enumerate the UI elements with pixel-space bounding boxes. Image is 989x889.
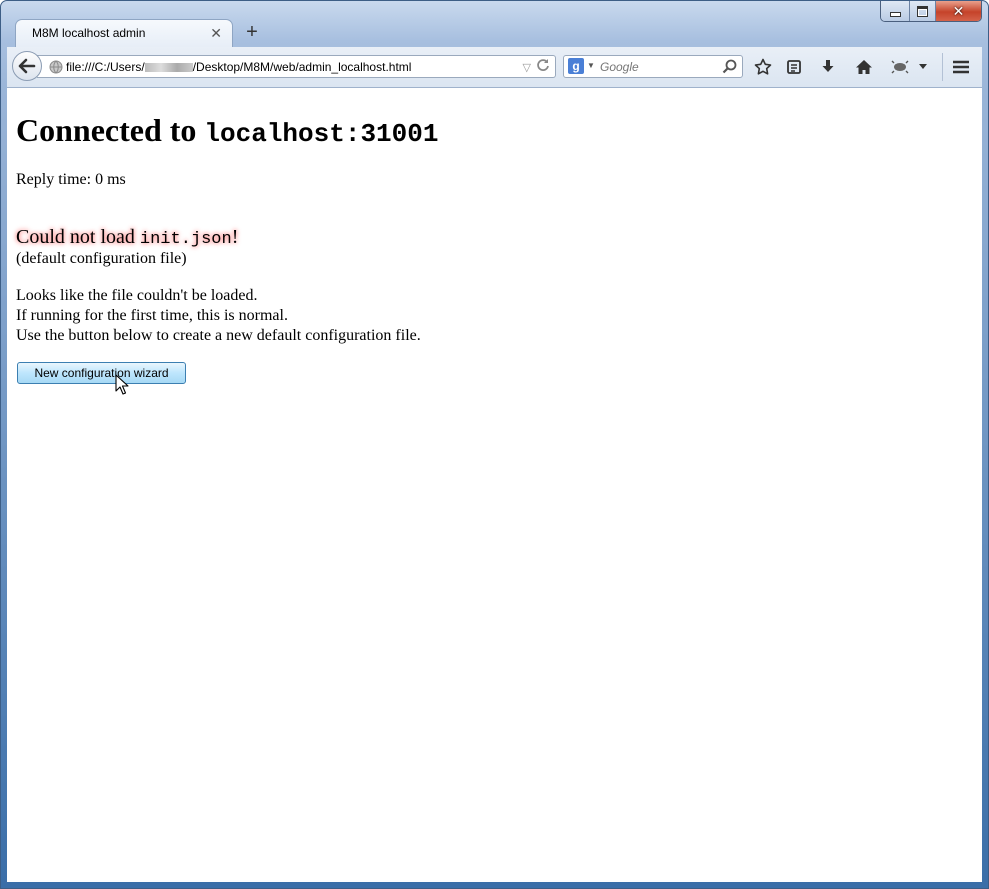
- window-controls: ✕: [880, 1, 982, 22]
- url-text: file:///C:/Users/ /Desktop/M8M/web/admin_…: [66, 60, 411, 74]
- search-bar[interactable]: g ▼ Google: [563, 55, 743, 78]
- back-button[interactable]: [12, 51, 42, 81]
- explanation-text: Looks like the file couldn't be loaded. …: [16, 286, 421, 346]
- page-title: Connected to localhost:31001: [16, 112, 438, 149]
- close-window-button[interactable]: ✕: [935, 1, 981, 21]
- chevron-down-icon[interactable]: ▼: [587, 61, 595, 70]
- error-filename: init.json: [139, 230, 232, 249]
- tab-title: M8M localhost admin: [32, 26, 146, 40]
- addon-icon[interactable]: [889, 56, 911, 78]
- browser-window: ✕ M8M localhost admin ✕ + file:///C:/Use…: [0, 0, 989, 889]
- search-input[interactable]: Google: [600, 60, 639, 74]
- url-history-dropdown-icon[interactable]: ▽: [523, 61, 531, 74]
- new-tab-button[interactable]: +: [244, 21, 260, 43]
- new-configuration-wizard-button[interactable]: New configuration wizard: [17, 362, 186, 384]
- error-prefix: Could not load: [16, 226, 140, 248]
- download-icon[interactable]: [817, 56, 839, 78]
- page-content: Connected to localhost:31001 Reply time:…: [7, 88, 982, 882]
- mouse-cursor-icon: [115, 374, 129, 401]
- home-icon[interactable]: [853, 56, 875, 78]
- globe-icon: [49, 60, 63, 79]
- navigation-toolbar: file:///C:/Users/ /Desktop/M8M/web/admin_…: [7, 47, 982, 88]
- explanation-line-2: If running for the first time, this is n…: [16, 307, 288, 324]
- explanation-line-3: Use the button below to create a new def…: [16, 327, 421, 344]
- redacted-username: [144, 63, 193, 73]
- tab-m8m-admin[interactable]: M8M localhost admin ✕: [15, 19, 233, 47]
- reading-list-icon[interactable]: [783, 56, 805, 78]
- title-bar: ✕ M8M localhost admin ✕ +: [1, 1, 988, 47]
- error-suffix: !: [231, 226, 239, 248]
- heading-host: localhost:31001: [204, 119, 439, 149]
- search-icon[interactable]: [722, 59, 737, 79]
- reload-icon[interactable]: [536, 58, 550, 75]
- close-icon: ✕: [952, 2, 965, 19]
- minimize-icon: [889, 11, 901, 17]
- tab-close-icon[interactable]: ✕: [210, 25, 222, 42]
- toolbar-separator: [942, 53, 943, 81]
- url-prefix: file:///C:/Users/: [66, 60, 145, 74]
- minimize-button[interactable]: [881, 1, 909, 21]
- url-suffix: /Desktop/M8M/web/admin_localhost.html: [192, 60, 412, 74]
- menu-icon[interactable]: [950, 56, 972, 78]
- google-engine-icon[interactable]: g: [568, 58, 584, 74]
- heading-prefix: Connected to: [16, 112, 205, 148]
- url-bar[interactable]: file:///C:/Users/ /Desktop/M8M/web/admin_…: [37, 55, 556, 78]
- bookmark-star-icon[interactable]: [752, 56, 774, 78]
- error-subtitle: (default configuration file): [16, 250, 187, 267]
- explanation-line-1: Looks like the file couldn't be loaded.: [16, 287, 258, 304]
- addon-dropdown-icon[interactable]: [915, 56, 931, 78]
- maximize-button[interactable]: [909, 1, 935, 21]
- back-icon: [18, 58, 36, 74]
- error-heading: Could not load init.json!: [16, 226, 238, 249]
- reply-time-text: Reply time: 0 ms: [16, 171, 126, 188]
- maximize-icon: [917, 5, 928, 17]
